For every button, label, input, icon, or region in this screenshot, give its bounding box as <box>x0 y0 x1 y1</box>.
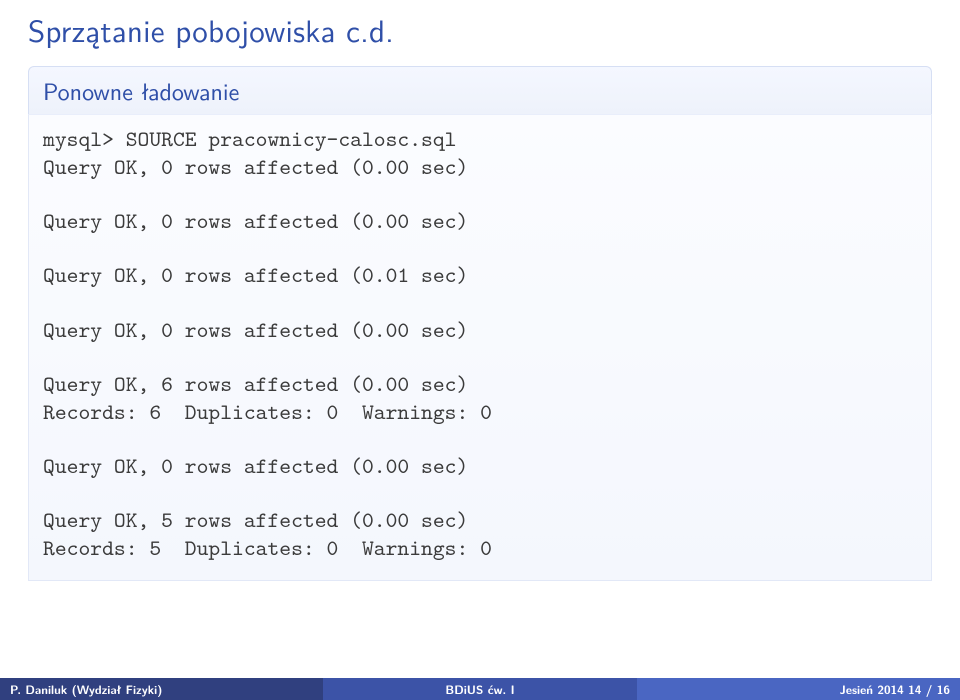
block-body: mysql> SOURCE pracownicy-calosc.sql Quer… <box>28 114 932 581</box>
footer-author: P. Daniluk (Wydział Fizyki) <box>0 678 323 700</box>
footer-page: Jesień 2014 14 / 16 <box>637 678 960 700</box>
code-line: Query OK, 6 rows affected (0.00 sec) <box>43 370 917 398</box>
code-line: mysql> SOURCE pracownicy-calosc.sql <box>43 125 917 153</box>
code-line: Query OK, 0 rows affected (0.00 sec) <box>43 316 917 344</box>
slide: Sprzątanie pobojowiska c.d. Ponowne łado… <box>0 0 960 700</box>
code-line: Records: 6 Duplicates: 0 Warnings: 0 <box>43 398 917 426</box>
blank-line <box>43 181 917 207</box>
footer-title: BDiUS ćw. I <box>323 678 636 700</box>
code-line: Query OK, 5 rows affected (0.00 sec) <box>43 506 917 534</box>
block-header: Ponowne ładowanie <box>28 66 932 114</box>
footer: P. Daniluk (Wydział Fizyki) BDiUS ćw. I … <box>0 678 960 700</box>
code-line: Query OK, 0 rows affected (0.00 sec) <box>43 452 917 480</box>
code-line: Query OK, 0 rows affected (0.01 sec) <box>43 261 917 289</box>
code-line: Query OK, 0 rows affected (0.00 sec) <box>43 207 917 235</box>
code-line: Query OK, 0 rows affected (0.00 sec) <box>43 153 917 181</box>
blank-line <box>43 235 917 261</box>
code-line: Records: 5 Duplicates: 0 Warnings: 0 <box>43 534 917 562</box>
blank-line <box>43 480 917 506</box>
blank-line <box>43 344 917 370</box>
example-block: Ponowne ładowanie mysql> SOURCE pracowni… <box>28 66 932 581</box>
blank-line <box>43 426 917 452</box>
slide-title: Sprzątanie pobojowiska c.d. <box>28 6 932 52</box>
blank-line <box>43 290 917 316</box>
